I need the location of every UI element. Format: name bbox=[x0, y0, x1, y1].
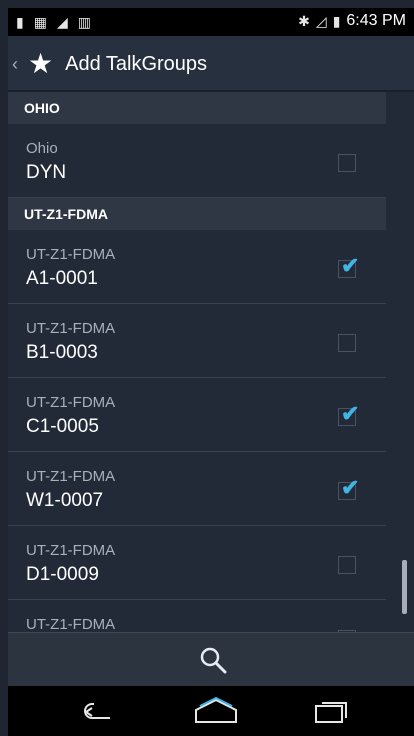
scrollbar[interactable] bbox=[402, 560, 407, 614]
status-bar: ▮ ▦ ◢ ▥ ✱ ◿ ▮ 6:43 PM bbox=[8, 8, 414, 36]
section-header: UT-Z1-FDMA bbox=[8, 198, 386, 230]
talkgroup-name: A1-0001 bbox=[26, 268, 98, 289]
check-icon: ✔ bbox=[341, 401, 360, 426]
talkgroup-system: UT-Z1-FDMA bbox=[26, 246, 116, 263]
back-icon[interactable] bbox=[70, 694, 130, 728]
talkgroup-row[interactable]: UT-Z1-FDMA D1-0009 bbox=[8, 526, 386, 600]
talkgroup-system: UT-Z1-FDMA bbox=[26, 468, 116, 485]
select-checkbox[interactable] bbox=[338, 334, 356, 352]
talkgroup-name: W1-0007 bbox=[26, 490, 104, 511]
recents-icon[interactable] bbox=[302, 694, 362, 728]
star-icon[interactable]: ★ bbox=[28, 50, 53, 78]
select-checkbox[interactable]: ✔ bbox=[338, 401, 359, 426]
talkgroup-name: DYN bbox=[26, 162, 67, 183]
network-icon: ◿ bbox=[315, 13, 327, 29]
bottom-search-bar bbox=[8, 632, 414, 687]
home-icon[interactable] bbox=[186, 694, 246, 728]
clock: 6:43 PM bbox=[346, 12, 406, 29]
talkgroup-name: C1-0005 bbox=[26, 416, 99, 437]
battery-icon: ▮ bbox=[332, 13, 341, 29]
talkgroup-system: Ohio bbox=[26, 140, 58, 157]
check-icon: ✔ bbox=[341, 475, 360, 500]
select-checkbox[interactable] bbox=[338, 556, 356, 574]
section-header: OHIO bbox=[8, 92, 386, 124]
notification-icon: ▮ bbox=[16, 14, 24, 30]
apps-grid-icon: ▦ bbox=[33, 14, 47, 30]
talkgroup-system: UT-Z1-FDMA bbox=[26, 320, 116, 337]
barcode-icon: ▥ bbox=[77, 14, 91, 30]
talkgroup-list[interactable]: OHIO Ohio DYN UT-Z1-FDMA UT-Z1-FDMA A1-0001 ✔ U… bbox=[8, 92, 414, 632]
talkgroup-row[interactable]: UT-Z1-FDMA A1-0001 ✔ bbox=[8, 230, 386, 304]
talkgroup-row[interactable]: UT-Z1-FDMA C1-0005 ✔ bbox=[8, 378, 386, 452]
select-checkbox[interactable]: ✔ bbox=[338, 253, 359, 278]
talkgroup-row[interactable]: Ohio DYN bbox=[8, 124, 386, 198]
bluetooth-icon: ✱ bbox=[298, 13, 310, 29]
talkgroup-row[interactable]: UT-Z1-FDMA bbox=[8, 600, 386, 632]
talkgroup-row[interactable]: UT-Z1-FDMA W1-0007 ✔ bbox=[8, 452, 386, 526]
talkgroup-system: UT-Z1-FDMA bbox=[26, 394, 116, 411]
action-bar: ‹ ★ Add TalkGroups bbox=[8, 36, 414, 92]
talkgroup-name: D1-0009 bbox=[26, 564, 99, 585]
select-checkbox[interactable]: ✔ bbox=[338, 475, 359, 500]
talkgroup-name: B1-0003 bbox=[26, 342, 98, 363]
page-title: Add TalkGroups bbox=[65, 52, 208, 75]
navigation-bar bbox=[8, 686, 414, 736]
chevron-left-icon[interactable]: ‹ bbox=[12, 54, 22, 75]
screen: ▮ ▦ ◢ ▥ ✱ ◿ ▮ 6:43 PM ‹ ★ Add TalkGroups… bbox=[8, 8, 414, 736]
talkgroup-system: UT-Z1-FDMA bbox=[26, 616, 116, 632]
talkgroup-system: UT-Z1-FDMA bbox=[26, 542, 116, 559]
signal-icon: ◢ bbox=[56, 14, 68, 30]
search-icon[interactable] bbox=[198, 645, 228, 675]
select-checkbox[interactable] bbox=[338, 154, 356, 172]
check-icon: ✔ bbox=[341, 253, 360, 278]
talkgroup-row[interactable]: UT-Z1-FDMA B1-0003 bbox=[8, 304, 386, 378]
